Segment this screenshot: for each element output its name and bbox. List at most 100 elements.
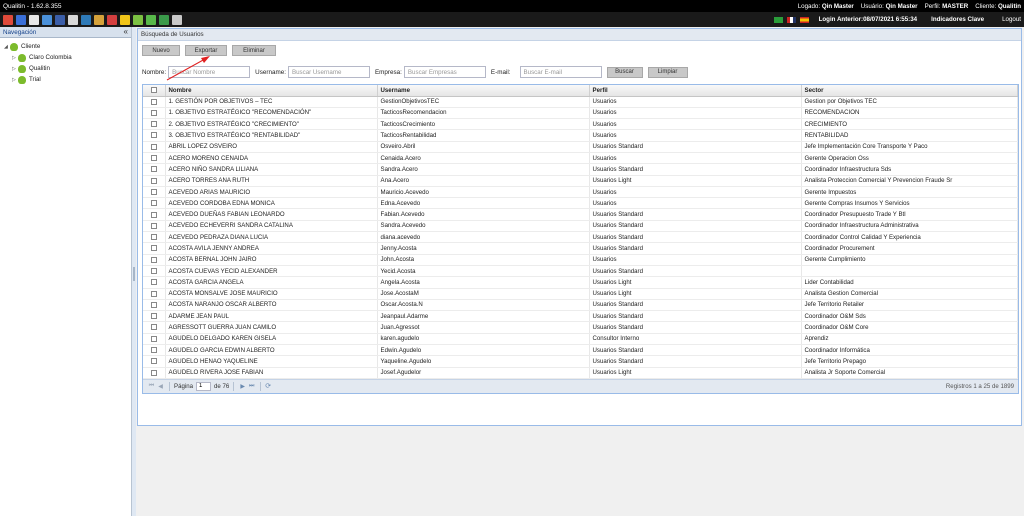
table-row[interactable]: ACOSTA AVILA JENNY ANDREA Jenny.Acosta Usu… <box>143 242 1018 255</box>
nombre-search-input[interactable] <box>168 66 251 78</box>
row-checkbox[interactable] <box>143 175 166 187</box>
users-grid: Nombre Username Perfil Sector 1. GESTIÓN… <box>142 84 1019 394</box>
tree-item-claro-colombia[interactable]: ▷ Claro Colombia <box>4 52 127 63</box>
table-row[interactable]: 1. OBJETIVO ESTRATÉGICO "RECOMENDACIÓN" T… <box>143 107 1018 120</box>
toolbar-icon-12[interactable] <box>146 14 156 25</box>
row-checkbox[interactable] <box>143 107 166 120</box>
buscar-button[interactable]: Buscar <box>606 66 643 78</box>
flag-brazil-icon[interactable] <box>773 16 783 23</box>
row-checkbox[interactable] <box>143 96 166 108</box>
row-checkbox[interactable] <box>143 152 166 165</box>
row-checkbox[interactable] <box>143 141 166 153</box>
email-search-input[interactable] <box>519 66 602 78</box>
flag-spain-icon[interactable] <box>799 16 809 23</box>
table-row[interactable]: ACOSTA NARANJO OSCAR ALBERTO Oscar.Acosta… <box>143 299 1018 312</box>
table-row[interactable]: ACERO TORRES ANA RUTH Ana.Acero Usuarios L… <box>143 175 1018 187</box>
table-row[interactable]: 1. GESTIÓN POR OBJETIVOS – TEC GestionObj… <box>143 96 1018 108</box>
toolbar-icon-13[interactable] <box>159 14 169 25</box>
table-row[interactable]: ABRIL LOPEZ OSVEIRO Osveiro.Abril Usuarios… <box>143 141 1018 153</box>
row-checkbox[interactable] <box>143 367 166 379</box>
column-header-username[interactable]: Username <box>377 85 590 97</box>
table-row[interactable]: ACOSTA BERNAL JOHN JAIRO John.Acosta Usuar… <box>143 254 1018 266</box>
row-checkbox[interactable] <box>143 129 166 142</box>
eliminar-button[interactable]: Eliminar <box>232 45 276 56</box>
row-checkbox[interactable] <box>143 288 166 300</box>
row-checkbox[interactable] <box>143 242 166 255</box>
cell-sector: Gestion por Objetivos TEC <box>801 96 1018 108</box>
toolbar-icon-11[interactable] <box>133 14 143 25</box>
empresa-search-input[interactable] <box>403 66 486 78</box>
tree-item-cliente[interactable]: ◢ Cliente <box>4 41 127 52</box>
row-checkbox[interactable] <box>143 265 166 278</box>
table-row[interactable]: AGUDELO DELGADO KAREN GISELA karen.agudel… <box>143 333 1018 346</box>
select-all-checkbox[interactable] <box>143 85 166 97</box>
tree-item-qualitin[interactable]: ▷ Qualitin <box>4 63 127 74</box>
table-row[interactable]: 3. OBJETIVO ESTRATÉGICO "RENTABILIDAD" Ta… <box>143 129 1018 142</box>
row-checkbox[interactable] <box>143 118 166 131</box>
prev-page-icon[interactable]: ◀ <box>156 383 165 390</box>
row-checkbox[interactable] <box>143 163 166 176</box>
row-checkbox[interactable] <box>143 220 166 233</box>
flag-uk-icon[interactable] <box>786 16 796 23</box>
row-checkbox[interactable] <box>143 355 166 368</box>
toolbar-icon-4[interactable] <box>42 14 52 25</box>
row-checkbox[interactable] <box>143 333 166 346</box>
username-search-input[interactable] <box>287 66 370 78</box>
next-page-icon[interactable]: ▶ <box>238 383 247 390</box>
toolbar-icon-9[interactable] <box>107 14 117 25</box>
limpiar-button[interactable]: Limpiar <box>647 66 688 78</box>
table-row[interactable]: ACOSTA GARCIA ANGELA Angela.Acosta Usuario… <box>143 276 1018 289</box>
row-checkbox[interactable] <box>143 254 166 266</box>
row-checkbox[interactable] <box>143 208 166 221</box>
table-row[interactable]: ACEVEDO CORDOBA EDNA MONICA Edna.Acevedo U… <box>143 197 1018 210</box>
table-row[interactable]: 2. OBJETIVO ESTRATÉGICO "CRECIMIENTO" Tac… <box>143 118 1018 131</box>
indicadores-clave-button[interactable]: Indicadores Clave <box>931 16 984 23</box>
toolbar-icon-1[interactable] <box>3 14 13 25</box>
row-checkbox[interactable] <box>143 186 166 199</box>
toolbar-icon-14[interactable] <box>172 14 182 25</box>
row-checkbox[interactable] <box>143 231 166 244</box>
column-header-nombre[interactable]: Nombre <box>165 85 378 97</box>
toolbar-icon-7[interactable] <box>81 14 91 25</box>
cell-nombre: ACEVEDO DUEÑAS FABIAN LEONARDO <box>165 208 378 221</box>
toolbar-icon-2[interactable] <box>16 14 26 25</box>
column-header-sector[interactable]: Sector <box>801 85 1018 97</box>
toolbar-icon-8[interactable] <box>94 14 104 25</box>
tree-item-trial[interactable]: ▷ Trial <box>4 74 127 85</box>
toolbar-icon-10[interactable] <box>120 14 130 25</box>
toolbar-icon-6[interactable] <box>68 14 78 25</box>
collapse-icon[interactable]: « <box>124 28 128 36</box>
nav-tree: ◢ Cliente ▷ Claro Colombia ▷ Qualitin ▷ … <box>0 38 131 88</box>
page-number-input[interactable] <box>195 381 211 391</box>
cell-perfil: Usuarios Standard <box>589 242 802 255</box>
table-row[interactable]: ACERO NIÑO SANDRA LILIANA Sandra.Acero Usu… <box>143 163 1018 176</box>
cell-nombre: ACOSTA GARCIA ANGELA <box>165 276 378 289</box>
refresh-icon[interactable]: ⟳ <box>265 382 271 390</box>
table-row[interactable]: ACEVEDO PEDRAZA DIANA LUCIA diana.acevedo… <box>143 231 1018 244</box>
table-row[interactable]: ACERO MORENO CENAIDA Cenaida.Acero Usuario… <box>143 152 1018 165</box>
column-header-perfil[interactable]: Perfil <box>589 85 802 97</box>
table-row[interactable]: AGUDELO GARCIA EDWIN ALBERTO Edwin.Agudel… <box>143 344 1018 357</box>
table-row[interactable]: ACOSTA CUEVAS YECID ALEXANDER Yecid.Acost… <box>143 265 1018 278</box>
toolbar-icon-5[interactable] <box>55 14 65 25</box>
table-row[interactable]: AGUDELO HENAO YAQUELINE Yaqueline.Agudelo… <box>143 355 1018 368</box>
exportar-button[interactable]: Exportar <box>185 45 227 56</box>
logout-button[interactable]: Logout <box>1002 16 1021 23</box>
toolbar-icon-3[interactable] <box>29 14 39 25</box>
table-row[interactable]: ACEVEDO ECHEVERRI SANDRA CATALINA Sandra.… <box>143 220 1018 233</box>
row-checkbox[interactable] <box>143 299 166 312</box>
row-checkbox[interactable] <box>143 197 166 210</box>
row-checkbox[interactable] <box>143 321 166 334</box>
table-row[interactable]: AGRESSOTT GUERRA JUAN CAMILO Juan.Agresso… <box>143 321 1018 334</box>
table-row[interactable]: ADARME JEAN PAUL Jeanpaul.Adarme Usuarios … <box>143 310 1018 323</box>
table-row[interactable]: AGUDELO RIVERA JOSE FABIAN Josef.Agudelor… <box>143 367 1018 379</box>
last-page-icon[interactable]: ⏭ <box>247 383 256 390</box>
first-page-icon[interactable]: ⏮ <box>147 383 156 390</box>
row-checkbox[interactable] <box>143 276 166 289</box>
table-row[interactable]: ACEVEDO DUEÑAS FABIAN LEONARDO Fabian.Ace… <box>143 208 1018 221</box>
nuevo-button[interactable]: Nuevo <box>142 45 180 56</box>
table-row[interactable]: ACEVEDO ARIAS MAURICIO Mauricio.Acevedo Us… <box>143 186 1018 199</box>
row-checkbox[interactable] <box>143 344 166 357</box>
row-checkbox[interactable] <box>143 310 166 323</box>
table-row[interactable]: ACOSTA MONSALVE JOSE MAURICIO Jose.Acosta… <box>143 288 1018 300</box>
